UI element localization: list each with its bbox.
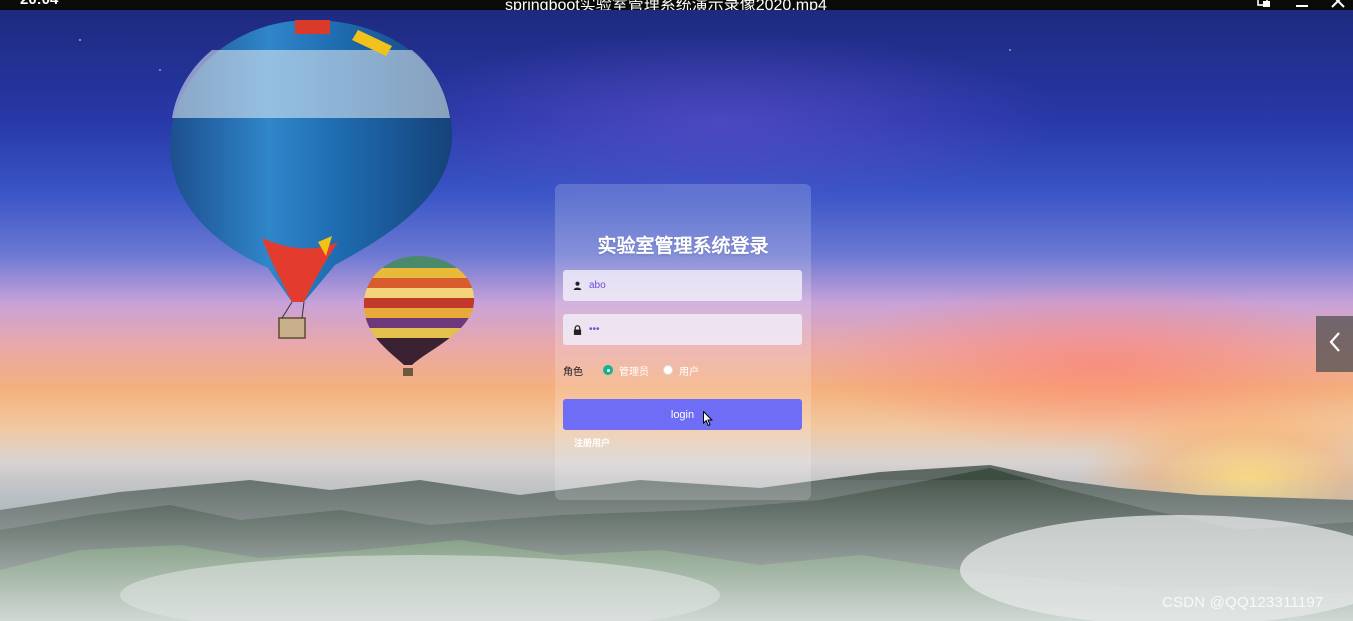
username-input[interactable] [589,280,789,291]
close-icon[interactable] [1330,0,1346,8]
role-label: 角色 [563,366,583,378]
radio-user[interactable] [663,365,673,375]
chevron-left-icon [1328,331,1342,358]
radio-user-label[interactable]: 用户 [679,363,699,378]
side-panel-toggle[interactable] [1316,316,1353,372]
login-button[interactable]: login [563,399,802,430]
role-selector: 角色 管理员 用户 [563,362,803,378]
password-field[interactable] [563,314,802,345]
mouse-cursor-icon [703,410,713,432]
player-time: 20:04 [20,0,58,8]
minimize-icon[interactable] [1294,0,1310,8]
password-input[interactable] [589,324,789,335]
register-user-link[interactable]: 注册用户 [574,436,610,449]
player-title: springboot实验室管理系统演示录像2020.mp4 [505,0,827,10]
login-card: 实验室管理系统登录 角色 管理员 用户 login 注册用户 [555,184,811,500]
small-striped-balloon [363,256,475,376]
login-title: 实验室管理系统登录 [597,235,769,257]
username-field[interactable] [563,270,802,301]
player-top-bar: 20:04 springboot实验室管理系统演示录像2020.mp4 [0,0,1353,10]
radio-admin-label[interactable]: 管理员 [619,363,649,378]
user-icon [571,280,583,292]
watermark: CSDN @QQ123311197 [1162,594,1324,611]
restore-window-icon[interactable] [1256,0,1272,8]
radio-admin[interactable] [603,365,613,375]
lock-icon [571,324,583,336]
